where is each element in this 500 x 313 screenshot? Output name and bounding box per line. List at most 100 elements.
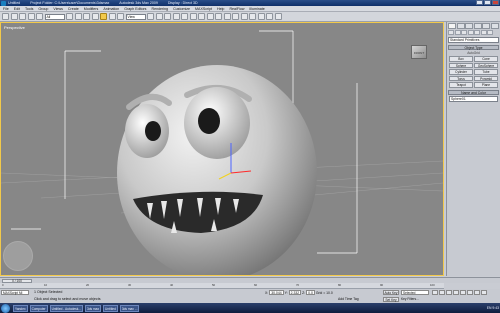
go-to-end-icon[interactable] <box>460 290 466 295</box>
curve-editor-icon[interactable] <box>232 13 239 20</box>
taskbar-item[interactable]: Untitled - Autodesk... <box>49 304 83 312</box>
y-coordinate-field[interactable]: 2.332 <box>288 290 302 295</box>
helpers-icon[interactable] <box>474 30 480 35</box>
redo-icon[interactable] <box>10 13 18 20</box>
menu-illuminate[interactable]: Illuminate <box>249 7 264 11</box>
name-color-rollout[interactable]: Name and Color <box>448 89 499 95</box>
display-tab-icon[interactable] <box>482 23 490 29</box>
selection-filter-dropdown[interactable]: All <box>44 13 65 20</box>
auto-key-button[interactable]: Auto Key <box>383 290 399 295</box>
taskbar-item[interactable]: Computer <box>29 304 48 312</box>
manipulate-icon[interactable] <box>155 13 163 20</box>
object-name-field[interactable]: Sphere01 <box>449 95 498 102</box>
taskbar-item[interactable]: 3ds max <box>85 304 102 312</box>
menu-customize[interactable]: Customize <box>173 7 190 11</box>
viewcube[interactable]: FRONT <box>411 45 427 59</box>
window-crossing-icon[interactable] <box>91 13 99 20</box>
reference-coord-dropdown[interactable]: View <box>125 13 146 20</box>
geometry-icon[interactable] <box>448 30 454 35</box>
cameras-icon[interactable] <box>467 30 474 35</box>
pan-icon[interactable] <box>474 290 480 295</box>
key-filters-button[interactable]: Key Filters... <box>401 297 419 301</box>
select-scale-icon[interactable] <box>117 13 124 20</box>
object-type-rollout[interactable]: Object Type <box>448 45 499 50</box>
perspective-viewport[interactable]: Perspective FRONT <box>0 22 444 276</box>
render-setup-icon[interactable] <box>257 13 265 20</box>
close-button[interactable] <box>492 0 499 5</box>
previous-frame-icon[interactable] <box>439 290 445 295</box>
menu-animation[interactable]: Animation <box>103 7 119 11</box>
lights-icon[interactable] <box>461 30 467 35</box>
autogrid-checkbox[interactable]: AutoGrid <box>448 51 499 55</box>
menu-maxscript[interactable]: MAXScript <box>195 7 212 11</box>
snap-toggle-icon[interactable] <box>164 13 171 20</box>
maxscript-listener[interactable]: MAXScript Mi <box>1 290 29 295</box>
mirror-icon[interactable] <box>206 13 214 20</box>
menu-tools[interactable]: Tools <box>25 7 33 11</box>
taskbar-item[interactable]: 3ds max ... <box>119 304 140 312</box>
rect-selection-icon[interactable] <box>83 13 90 20</box>
app-icon[interactable] <box>1 0 6 6</box>
menu-create[interactable]: Create <box>68 7 79 11</box>
set-key-button[interactable]: Set Key <box>383 297 399 302</box>
material-editor-icon[interactable] <box>249 13 256 20</box>
select-rotate-icon[interactable] <box>108 13 116 20</box>
pivot-center-icon[interactable] <box>147 13 154 20</box>
menu-graph-editors[interactable]: Graph Editors <box>124 7 146 11</box>
angle-snap-icon[interactable] <box>172 13 180 20</box>
menu-file[interactable]: File <box>3 7 9 11</box>
play-icon[interactable] <box>446 290 452 295</box>
undo-icon[interactable] <box>2 13 9 20</box>
zoom-icon[interactable] <box>467 290 473 295</box>
menu-help[interactable]: Help <box>217 7 224 11</box>
steering-wheel[interactable] <box>3 241 33 271</box>
taskbar-item[interactable]: Untitled <box>103 304 118 312</box>
modify-tab-icon[interactable] <box>456 23 465 29</box>
tube-button[interactable]: Tube <box>474 69 498 75</box>
rendered-frame-icon[interactable] <box>266 13 273 20</box>
hierarchy-tab-icon[interactable] <box>465 23 473 29</box>
render-icon[interactable] <box>274 13 282 20</box>
maximize-button[interactable] <box>484 0 491 5</box>
bind-space-warp-icon[interactable] <box>36 13 43 20</box>
space-warps-icon[interactable] <box>480 30 487 35</box>
primitive-type-dropdown[interactable]: Standard Primitives <box>448 37 499 43</box>
key-selection-dropdown[interactable]: Selected <box>401 290 429 295</box>
box-button[interactable]: Box <box>449 56 473 62</box>
schematic-view-icon[interactable] <box>240 13 248 20</box>
pyramid-button[interactable]: Pyramid <box>474 75 498 81</box>
next-frame-icon[interactable] <box>453 290 459 295</box>
systems-icon[interactable] <box>487 30 493 35</box>
plane-button[interactable]: Plane <box>474 82 498 88</box>
percent-snap-icon[interactable] <box>181 13 188 20</box>
link-icon[interactable] <box>19 13 26 20</box>
viewport-label[interactable]: Perspective <box>4 25 25 30</box>
layer-manager-icon[interactable] <box>223 13 231 20</box>
orbit-icon[interactable] <box>481 290 487 295</box>
spinner-snap-icon[interactable] <box>189 13 197 20</box>
select-move-icon[interactable] <box>100 13 107 20</box>
minimize-button[interactable] <box>476 0 483 5</box>
z-coordinate-field[interactable]: 0.0 <box>306 290 315 295</box>
align-icon[interactable] <box>215 13 222 20</box>
x-coordinate-field[interactable]: 30.044 <box>269 290 284 295</box>
select-object-icon[interactable] <box>66 13 73 20</box>
add-time-tag[interactable]: Add Time Tag <box>338 297 359 301</box>
go-to-start-icon[interactable] <box>432 290 438 295</box>
system-tray-clock[interactable]: EN 9:43 <box>487 304 499 312</box>
cone-button[interactable]: Cone <box>474 56 498 62</box>
start-button-icon[interactable] <box>1 303 10 313</box>
geosphere-button[interactable]: GeoSphere <box>474 62 498 68</box>
named-selection-icon[interactable] <box>198 13 205 20</box>
menu-modifiers[interactable]: Modifiers <box>84 7 99 11</box>
menu-realflow[interactable]: RealFlow <box>229 7 244 11</box>
unlink-icon[interactable] <box>27 13 35 20</box>
cylinder-button[interactable]: Cylinder <box>449 69 473 75</box>
select-by-name-icon[interactable] <box>74 13 82 20</box>
menu-edit[interactable]: Edit <box>14 7 20 11</box>
menu-group[interactable]: Group <box>38 7 48 11</box>
create-tab-icon[interactable] <box>448 23 456 29</box>
sphere-button[interactable]: Sphere <box>449 62 473 68</box>
taskbar-item[interactable]: Yandex <box>13 304 28 312</box>
teapot-button[interactable]: Teapot <box>449 82 473 88</box>
